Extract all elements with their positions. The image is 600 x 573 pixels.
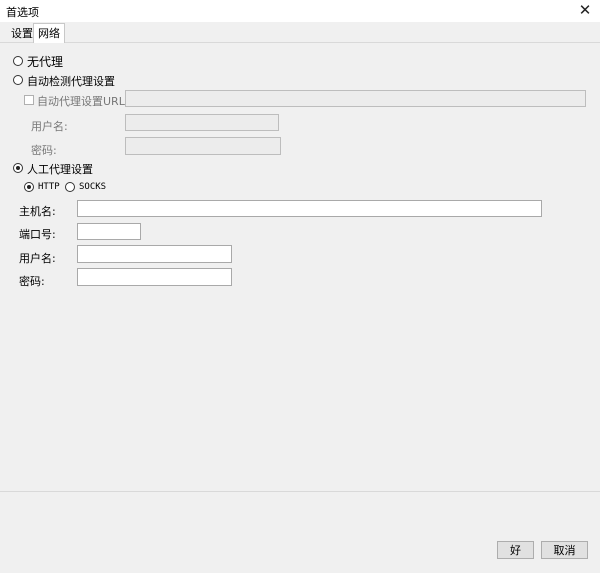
password-input[interactable] [77, 268, 232, 286]
socks-radio[interactable] [65, 182, 75, 192]
auto-config-url-input[interactable] [125, 90, 586, 107]
tab-bar: 设置 网络 [0, 23, 600, 43]
host-label: 主机名: [19, 205, 56, 218]
auto-username-input[interactable] [125, 114, 279, 131]
network-panel: 无代理 自动检测代理设置 自动代理设置URL: 用户名: 密码: 人工代理设置 … [0, 43, 600, 491]
username-label: 用户名: [19, 252, 56, 265]
port-input[interactable] [77, 223, 141, 240]
manual-proxy-radio[interactable] [13, 163, 23, 173]
username-input[interactable] [77, 245, 232, 263]
http-radio[interactable] [24, 182, 34, 192]
auto-password-label: 密码: [31, 144, 57, 157]
title-bar: 首选项 ✕ [0, 0, 600, 22]
no-proxy-label: 无代理 [27, 55, 64, 69]
auto-detect-label: 自动检测代理设置 [27, 75, 115, 88]
auto-config-url-checkbox[interactable] [24, 95, 34, 105]
manual-proxy-label: 人工代理设置 [27, 163, 93, 176]
preferences-window: 首选项 ✕ 设置 网络 无代理 自动检测代理设置 自动代理设置URL: 用户名:… [0, 0, 600, 573]
ok-button[interactable]: 好 [497, 541, 534, 559]
auto-password-input[interactable] [125, 137, 281, 155]
password-label: 密码: [19, 275, 45, 288]
footer-divider [0, 491, 600, 492]
socks-label: SOCKS [79, 182, 107, 192]
host-input[interactable] [77, 200, 542, 217]
port-label: 端口号: [19, 228, 56, 241]
auto-config-url-label: 自动代理设置URL: [37, 95, 129, 108]
window-title: 首选项 [6, 6, 39, 19]
auto-username-label: 用户名: [31, 120, 68, 133]
auto-detect-radio[interactable] [13, 75, 23, 85]
no-proxy-radio[interactable] [13, 56, 23, 66]
http-label: HTTP [38, 182, 60, 192]
tab-network[interactable]: 网络 [33, 23, 65, 43]
cancel-button[interactable]: 取消 [541, 541, 588, 559]
close-icon[interactable]: ✕ [576, 1, 594, 19]
